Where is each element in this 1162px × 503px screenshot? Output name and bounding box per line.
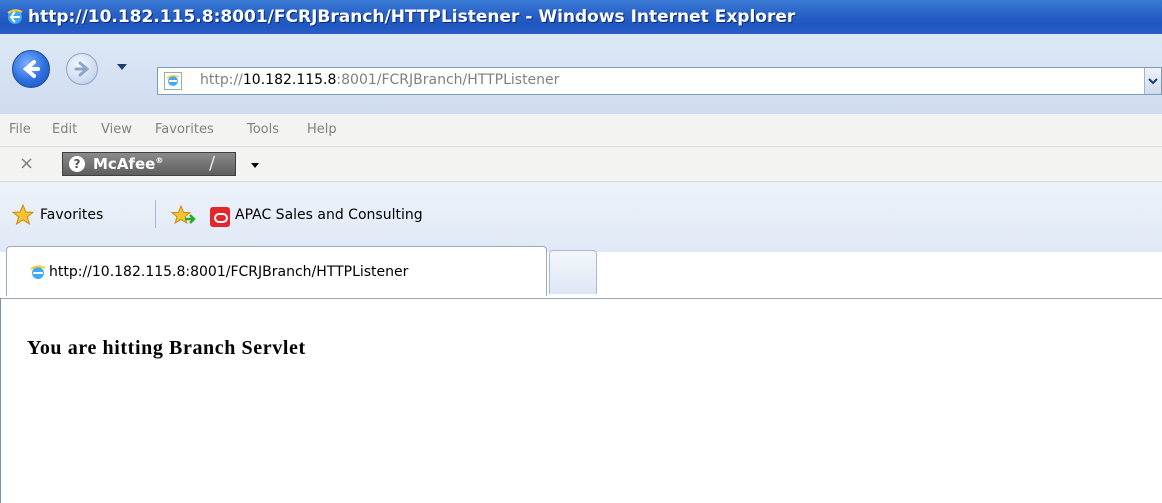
chevron-down-icon <box>1148 78 1158 85</box>
mcafee-toolbar: × ? McAfee® / <box>0 147 1162 182</box>
mcafee-divider-icon: / <box>209 153 216 174</box>
recent-pages-dropdown[interactable] <box>117 64 127 70</box>
favorites-button[interactable]: Favorites <box>40 207 103 223</box>
menu-favorites[interactable]: Favorites <box>155 122 214 137</box>
address-bar[interactable]: http://10.182.115.8:8001/FCRJBranch/HTTP… <box>157 67 1162 95</box>
address-dropdown-button[interactable] <box>1144 68 1161 94</box>
mcafee-trademark: ® <box>155 156 164 165</box>
favorites-star-icon[interactable] <box>11 203 35 231</box>
forward-button[interactable] <box>66 53 98 85</box>
tab-strip: http://10.182.115.8:8001/FCRJBranch/HTTP… <box>0 246 1162 298</box>
tab-title: http://10.182.115.8:8001/FCRJBranch/HTTP… <box>49 264 409 280</box>
back-button[interactable] <box>12 50 50 88</box>
oracle-logo-icon <box>210 207 230 227</box>
mcafee-dropdown-caret[interactable] <box>251 163 259 168</box>
back-arrow-icon <box>22 60 40 78</box>
menu-file[interactable]: File <box>9 122 31 137</box>
window-title: http://10.182.115.8:8001/FCRJBranch/HTTP… <box>28 7 796 27</box>
tab-active[interactable]: http://10.182.115.8:8001/FCRJBranch/HTTP… <box>6 246 547 296</box>
mcafee-brand: McAfee <box>93 155 156 173</box>
add-to-favorites-icon[interactable] <box>170 204 197 232</box>
address-url[interactable]: http://10.182.115.8:8001/FCRJBranch/HTTP… <box>200 72 559 88</box>
help-question-icon: ? <box>69 156 85 172</box>
forward-arrow-icon <box>74 61 90 77</box>
mcafee-label: McAfee® <box>93 155 163 173</box>
page-ie-icon <box>164 72 182 90</box>
favorite-link-apac[interactable]: APAC Sales and Consulting <box>235 207 423 223</box>
url-host: 10.182.115.8 <box>242 72 337 88</box>
menu-help[interactable]: Help <box>307 122 337 137</box>
menu-edit[interactable]: Edit <box>52 122 77 137</box>
window-titlebar: http://10.182.115.8:8001/FCRJBranch/HTTP… <box>0 0 1162 34</box>
menu-view[interactable]: View <box>101 122 132 137</box>
page-content: You are hitting Branch Servlet <box>0 298 1162 503</box>
toolbar-divider <box>155 200 156 228</box>
tab-ie-icon <box>29 264 47 287</box>
new-tab-button[interactable] <box>549 250 597 294</box>
url-prefix: http:// <box>200 72 243 88</box>
mcafee-siteadvisor-button[interactable]: ? McAfee® / <box>62 152 236 176</box>
ie-logo-icon <box>6 8 24 31</box>
menu-bar: File Edit View Favorites Tools Help <box>0 114 1162 147</box>
page-message: You are hitting Branch Servlet <box>27 337 306 359</box>
url-rest: :8001/FCRJBranch/HTTPListener <box>336 72 560 88</box>
favorites-bar: Favorites APAC Sales and Consulting <box>0 182 1162 252</box>
menu-tools[interactable]: Tools <box>247 122 279 137</box>
close-toolbar-button[interactable]: × <box>19 153 34 174</box>
